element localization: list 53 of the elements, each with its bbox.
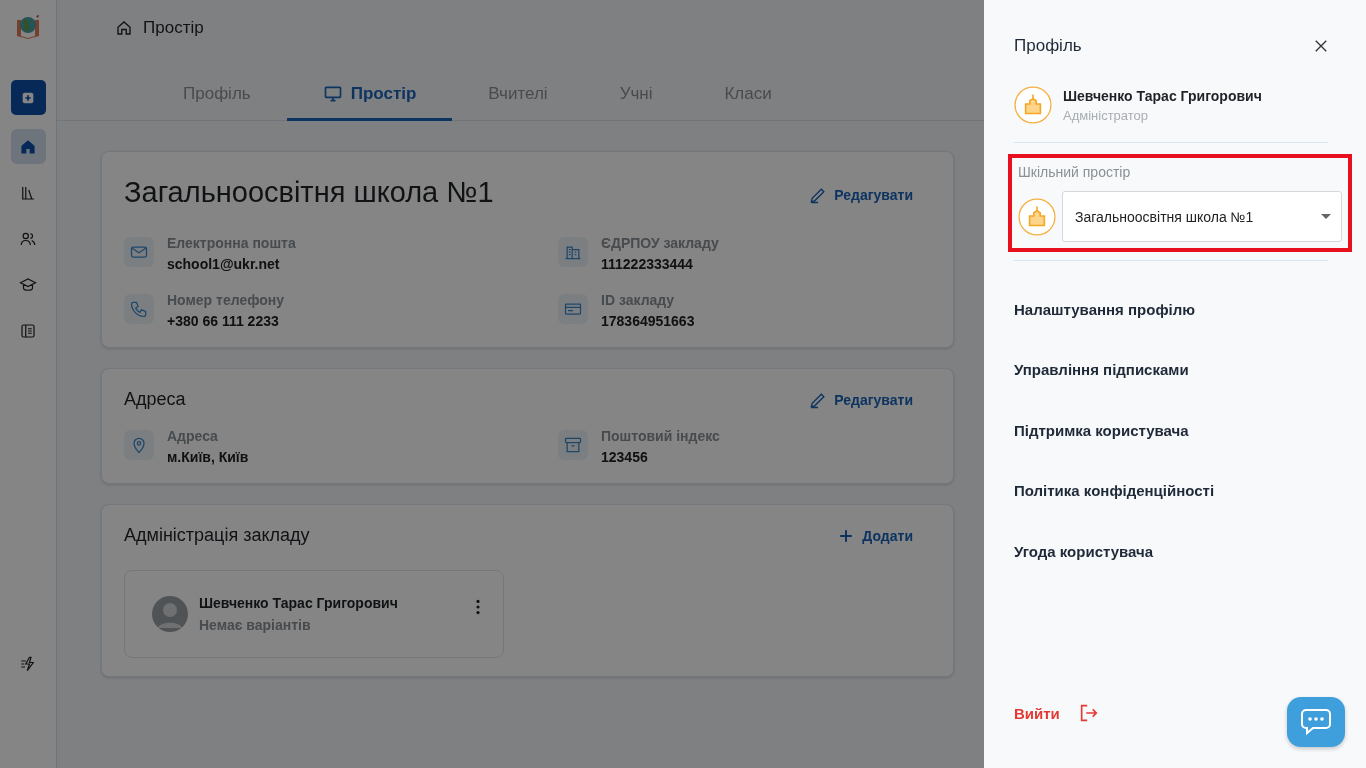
school-select[interactable]: Загальноосвітня школа №1 bbox=[1062, 191, 1342, 242]
menu-item[interactable]: Управління підписками bbox=[1014, 339, 1189, 400]
journal-icon bbox=[19, 321, 37, 340]
field-label: ID закладу bbox=[601, 292, 676, 308]
card-title: Адміністрація закладу bbox=[124, 525, 310, 546]
card-title: Адреса bbox=[124, 389, 186, 410]
field-label: Адреса bbox=[167, 428, 219, 444]
field-value: +380 66 111 2233 bbox=[167, 313, 280, 329]
card-title: Загальноосвітня школа №1 bbox=[124, 175, 494, 210]
person-name: Шевченко Тарас Григорович bbox=[199, 595, 399, 611]
avatar-silhouette-icon bbox=[152, 596, 188, 632]
edit-link[interactable]: Редагувати bbox=[808, 389, 913, 410]
school-building-icon bbox=[1014, 86, 1052, 124]
id-card-icon bbox=[558, 294, 588, 324]
menu-item[interactable]: Угода користувача bbox=[1014, 521, 1154, 582]
school-building-icon bbox=[1018, 197, 1056, 236]
add-link[interactable]: Додати bbox=[836, 525, 913, 546]
menu-item[interactable]: Налаштування профілю bbox=[1014, 279, 1196, 340]
chat-button[interactable] bbox=[1287, 697, 1345, 747]
field-label: Номер телефону bbox=[167, 292, 285, 308]
field-value: 178364951663 bbox=[601, 313, 695, 329]
mail-icon bbox=[124, 237, 154, 267]
field-label: Електронна пошта bbox=[167, 235, 296, 251]
field-value: 111222333444 bbox=[601, 256, 694, 272]
school-globe-logo-icon bbox=[14, 12, 42, 40]
user-role: Адміністратор bbox=[1063, 107, 1150, 123]
nav-item[interactable] bbox=[10, 129, 46, 164]
field-label: Поштовий індекс bbox=[601, 428, 720, 444]
home-icon bbox=[115, 19, 133, 37]
phone-icon bbox=[124, 294, 154, 324]
drawer-title: Профіль bbox=[1014, 36, 1082, 56]
building-icon bbox=[558, 237, 588, 267]
archive-box-icon bbox=[558, 430, 588, 460]
field-value: м.Київ, Київ bbox=[167, 449, 249, 465]
breadcrumb[interactable]: Простір bbox=[143, 18, 204, 38]
field-label: ЄДРПОУ закладу bbox=[601, 235, 719, 251]
location-pin-icon bbox=[124, 430, 154, 460]
person-note: Немає варіантів bbox=[199, 617, 312, 633]
tab[interactable]: Простір bbox=[286, 72, 453, 121]
more-options-icon[interactable] bbox=[475, 599, 481, 615]
lightning-icon bbox=[19, 654, 37, 673]
logout-button[interactable]: Вийти bbox=[1014, 702, 1100, 724]
monitor-icon bbox=[322, 84, 343, 104]
user-name: Шевченко Тарас Григорович bbox=[1063, 87, 1262, 104]
field-label: Шкільний простір bbox=[1018, 164, 1132, 180]
field-value: school1@ukr.net bbox=[167, 256, 281, 272]
chat-bubble-icon bbox=[1300, 708, 1332, 736]
menu-item[interactable]: Підтримка користувача bbox=[1014, 400, 1189, 461]
add-button[interactable] bbox=[10, 80, 46, 115]
caret-icon bbox=[1321, 213, 1331, 220]
edit-link[interactable]: Редагувати bbox=[808, 184, 913, 205]
field-value: 123456 bbox=[601, 449, 649, 465]
menu-item[interactable]: Політика конфіденційності bbox=[1014, 460, 1215, 521]
